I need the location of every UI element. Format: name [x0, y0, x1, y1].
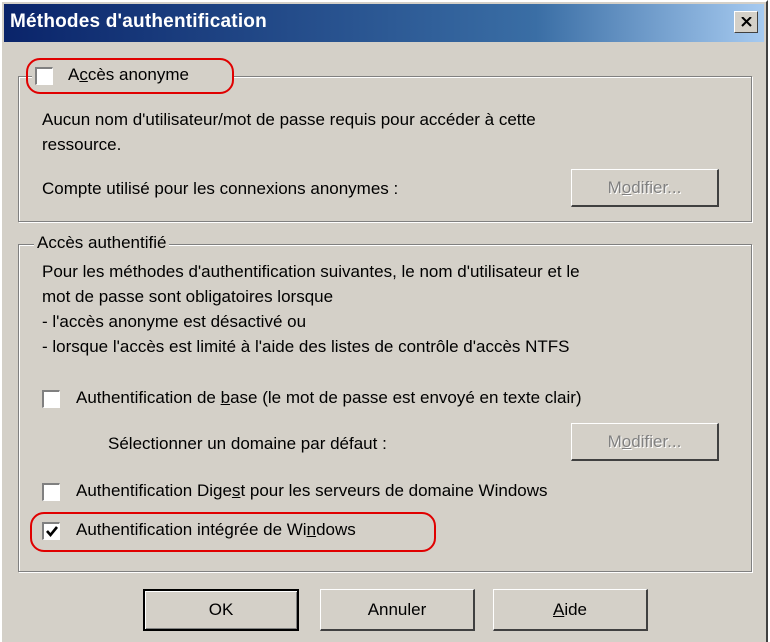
- cancel-button[interactable]: Annuler: [320, 589, 475, 631]
- authenticated-access-legend: Accès authentifié: [34, 233, 170, 253]
- digest-auth-label[interactable]: Authentification Digest pour les serveur…: [76, 481, 548, 501]
- anonymous-description: Aucun nom d'utilisateur/mot de passe req…: [42, 110, 536, 129]
- modify-anonymous-account-button[interactable]: Mo difier...: [571, 169, 719, 207]
- title-bar[interactable]: Méthodes d'authentification: [4, 4, 764, 42]
- close-button[interactable]: [734, 11, 758, 33]
- anonymous-account-label: Compte utilisé pour les connexions anony…: [42, 179, 399, 198]
- authenticated-intro-line-2: mot de passe sont obligatoires lorsque: [42, 287, 334, 306]
- integrated-windows-auth-label[interactable]: Authentification intégrée de Windows: [76, 520, 356, 540]
- authenticated-intro-line-3: - l'accès anonyme est désactivé ou: [42, 312, 307, 331]
- auth-methods-dialog: Méthodes d'authentification Accès anonym…: [0, 0, 768, 642]
- basic-auth-label[interactable]: Authentification de base (le mot de pass…: [76, 388, 582, 408]
- default-domain-label: Sélectionner un domaine par défaut :: [108, 434, 387, 453]
- checkmark-icon: [46, 526, 59, 538]
- anonymous-access-checkbox[interactable]: [35, 67, 53, 85]
- integrated-windows-auth-checkbox[interactable]: [42, 522, 60, 540]
- ok-button[interactable]: OK: [143, 589, 299, 631]
- close-icon: [741, 17, 752, 27]
- authenticated-intro-line-4: - lorsque l'accès est limité à l'aide de…: [42, 337, 570, 356]
- digest-auth-checkbox[interactable]: [42, 483, 60, 501]
- anonymous-access-legend[interactable]: Accès anonyme: [32, 64, 234, 88]
- authenticated-intro-line-1: Pour les méthodes d'authentification sui…: [42, 262, 580, 281]
- anonymous-description-line2: ressource.: [42, 135, 122, 154]
- modify-default-domain-button[interactable]: Mo difier...: [571, 423, 719, 461]
- basic-auth-checkbox[interactable]: [42, 390, 60, 408]
- anonymous-access-label: Accès anonyme: [68, 65, 189, 84]
- help-button[interactable]: Aide: [493, 589, 648, 631]
- dialog-title: Méthodes d'authentification: [10, 11, 267, 32]
